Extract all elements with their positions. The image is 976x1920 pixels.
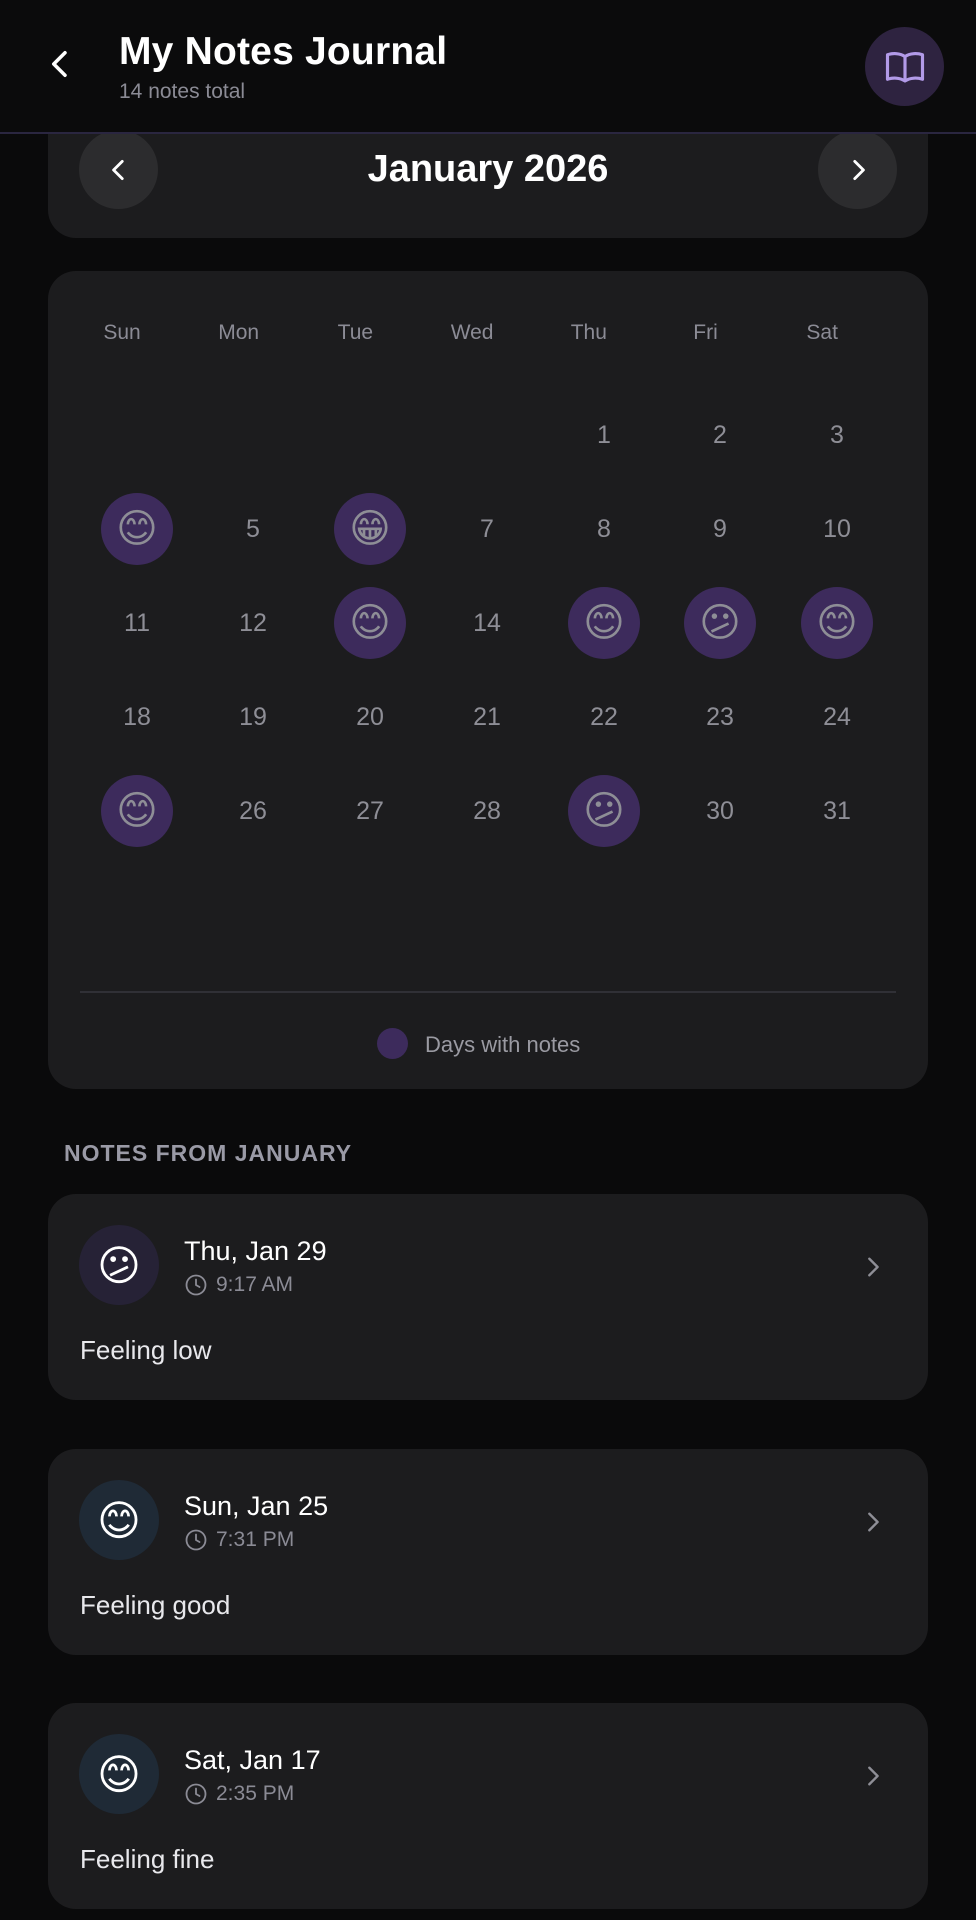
note-card[interactable]: 😊 Sat, Jan 17 2:35 PM Feeling fine bbox=[48, 1703, 928, 1909]
note-time-row: 2:35 PM bbox=[184, 1781, 294, 1807]
note-date: Sun, Jan 25 bbox=[184, 1491, 329, 1521]
note-time-row: 9:17 AM bbox=[184, 1272, 293, 1298]
calendar-day-with-note[interactable]: 😊 bbox=[101, 493, 173, 565]
calendar-day[interactable]: 3 bbox=[801, 399, 873, 471]
calendar-day[interactable]: 21 bbox=[451, 681, 523, 753]
note-text: Feeling fine bbox=[80, 1844, 215, 1874]
chevron-right-icon bbox=[858, 1761, 888, 1791]
mood-avatar: 😕 bbox=[79, 1225, 159, 1305]
note-text: Feeling low bbox=[80, 1335, 212, 1365]
app-root: January 2026 My Notes Journal 14 notes t… bbox=[0, 0, 976, 1920]
note-card[interactable]: 😕 Thu, Jan 29 9:17 AM Feeling low bbox=[48, 1194, 928, 1400]
chevron-right-icon bbox=[858, 1507, 888, 1537]
calendar-day[interactable]: 30 bbox=[684, 775, 756, 847]
calendar-day[interactable]: 8 bbox=[568, 493, 640, 565]
note-date: Sat, Jan 17 bbox=[184, 1745, 321, 1775]
calendar-day[interactable]: 27 bbox=[334, 775, 406, 847]
note-time: 7:31 PM bbox=[216, 1528, 295, 1551]
calendar-day-with-note[interactable]: 😁 bbox=[334, 493, 406, 565]
calendar-card: Sun Mon Tue Wed Thu Fri Sat 1 2 3 😊 5 😁 7 8 9 10 11 12 😊 14… bbox=[48, 271, 928, 1089]
note-date: Thu, Jan 29 bbox=[184, 1236, 327, 1266]
note-time-row: 7:31 PM bbox=[184, 1527, 294, 1553]
calendar-day-with-note[interactable]: 😊 bbox=[568, 587, 640, 659]
app-header: My Notes Journal 14 notes total bbox=[0, 0, 976, 134]
clock-icon bbox=[185, 1529, 207, 1551]
calendar-day-with-note[interactable]: 😕 bbox=[568, 775, 640, 847]
calendar-grid: 1 2 3 😊 5 😁 7 8 9 10 11 12 😊 14 😊 😕 😊 18 19 20 21 22 23 24 😊 26 27… bbox=[48, 271, 928, 1031]
calendar-day[interactable]: 14 bbox=[451, 587, 523, 659]
note-card[interactable]: 😊 Sun, Jan 25 7:31 PM Feeling good bbox=[48, 1449, 928, 1655]
legend-swatch bbox=[377, 1028, 408, 1059]
calendar-day-with-note[interactable]: 😕 bbox=[684, 587, 756, 659]
calendar-divider bbox=[80, 991, 896, 993]
calendar-day[interactable]: 26 bbox=[217, 775, 289, 847]
calendar-day[interactable]: 2 bbox=[684, 399, 756, 471]
calendar-day[interactable]: 7 bbox=[451, 493, 523, 565]
calendar-day[interactable]: 20 bbox=[334, 681, 406, 753]
chevron-left-icon bbox=[52, 51, 67, 77]
journal-button[interactable] bbox=[865, 27, 944, 106]
mood-avatar: 😊 bbox=[79, 1734, 159, 1814]
note-text: Feeling good bbox=[80, 1590, 231, 1620]
note-time: 9:17 AM bbox=[216, 1273, 294, 1296]
calendar-day[interactable]: 19 bbox=[217, 681, 289, 753]
calendar-legend: Days with notes bbox=[48, 1026, 928, 1060]
calendar-day[interactable]: 28 bbox=[451, 775, 523, 847]
clock-icon bbox=[185, 1783, 207, 1805]
calendar-day[interactable]: 11 bbox=[101, 587, 173, 659]
calendar-day[interactable]: 10 bbox=[801, 493, 873, 565]
clock-icon bbox=[185, 1274, 207, 1296]
month-label: January 2026 bbox=[367, 148, 609, 190]
mood-avatar: 😊 bbox=[79, 1480, 159, 1560]
calendar-day[interactable]: 12 bbox=[217, 587, 289, 659]
open-book-icon bbox=[885, 51, 924, 83]
calendar-day[interactable]: 23 bbox=[684, 681, 756, 753]
notes-count: 14 notes total bbox=[119, 80, 246, 103]
calendar-day[interactable]: 24 bbox=[801, 681, 873, 753]
calendar-day-with-note[interactable]: 😊 bbox=[334, 587, 406, 659]
note-time: 2:35 PM bbox=[216, 1782, 295, 1805]
calendar-day[interactable]: 5 bbox=[217, 493, 289, 565]
notes-section-title: NOTES FROM JANUARY bbox=[64, 1140, 353, 1166]
calendar-day-with-note[interactable]: 😊 bbox=[801, 587, 873, 659]
calendar-day[interactable]: 9 bbox=[684, 493, 756, 565]
page-title: My Notes Journal bbox=[119, 30, 448, 73]
back-button[interactable] bbox=[38, 42, 82, 86]
calendar-day[interactable]: 1 bbox=[568, 399, 640, 471]
legend-label: Days with notes bbox=[425, 1032, 581, 1057]
calendar-day[interactable]: 22 bbox=[568, 681, 640, 753]
chevron-right-icon bbox=[858, 1252, 888, 1282]
calendar-day[interactable]: 31 bbox=[801, 775, 873, 847]
calendar-day-with-note[interactable]: 😊 bbox=[101, 775, 173, 847]
calendar-day[interactable]: 18 bbox=[101, 681, 173, 753]
